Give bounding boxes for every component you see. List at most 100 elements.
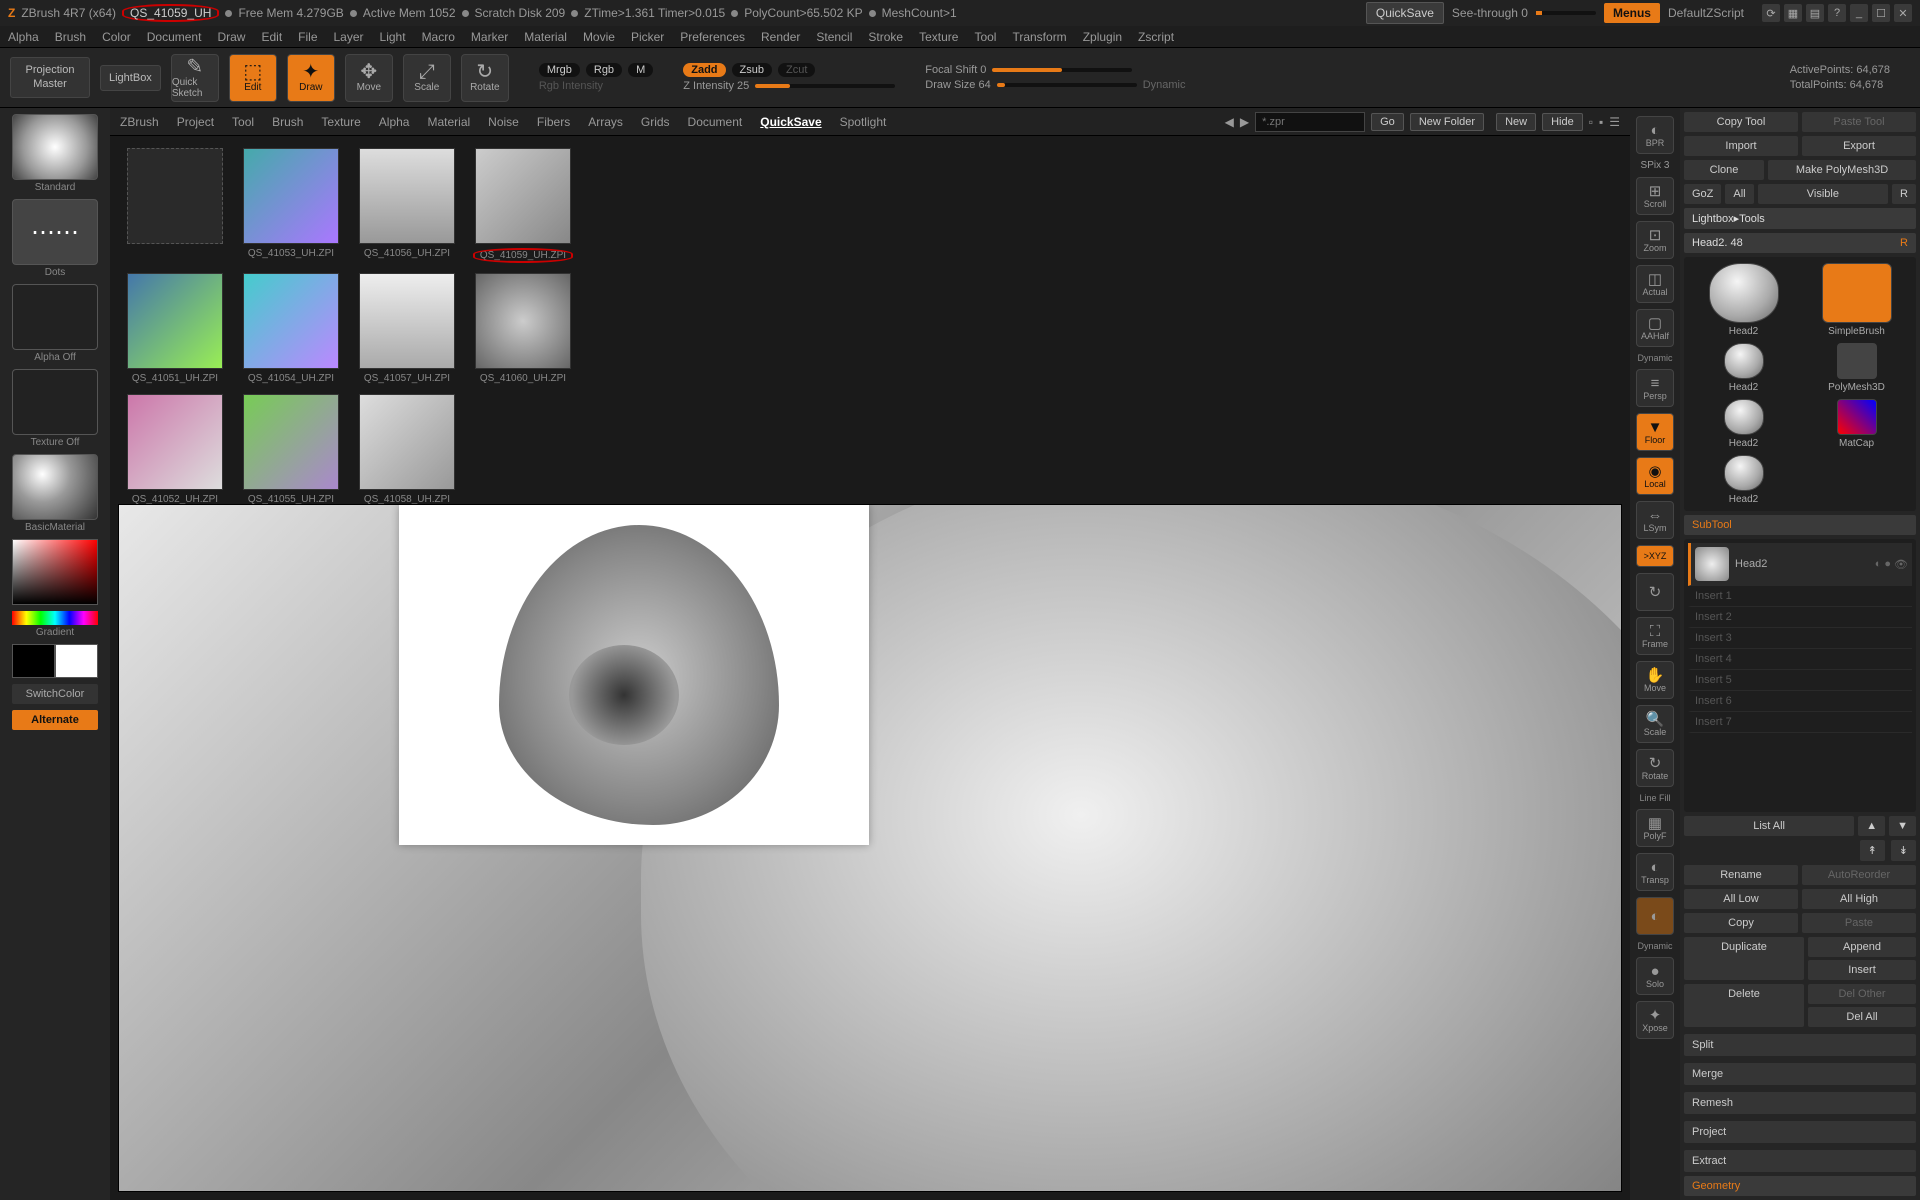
transp-button[interactable]: ◐Transp <box>1636 853 1674 891</box>
hue-bar[interactable] <box>12 611 98 625</box>
tool-item[interactable]: PolyMesh3D <box>1803 343 1910 393</box>
close-icon[interactable]: ✕ <box>1894 4 1912 22</box>
scroll-button[interactable]: ⊞Scroll <box>1636 177 1674 215</box>
maximize-icon[interactable]: ☐ <box>1872 4 1890 22</box>
menu-draw[interactable]: Draw <box>217 30 245 44</box>
tool-item[interactable]: SimpleBrush <box>1803 263 1910 337</box>
thumb-item[interactable]: QS_41051_UH.ZPI <box>122 273 228 384</box>
thumb-item[interactable]: QS_41056_UH.ZPI <box>354 148 460 263</box>
tab-texture[interactable]: Texture <box>321 115 360 129</box>
primary-color[interactable] <box>55 644 98 678</box>
merge-section[interactable]: Merge <box>1684 1063 1916 1085</box>
extract-section[interactable]: Extract <box>1684 1150 1916 1172</box>
rgb-toggle[interactable]: Rgb <box>586 63 622 77</box>
visible-icon[interactable]: 👁 <box>1894 558 1908 571</box>
menu-document[interactable]: Document <box>147 30 202 44</box>
delete-button[interactable]: Delete <box>1684 984 1804 1027</box>
insert-button[interactable]: Insert <box>1808 960 1916 980</box>
tool-item[interactable]: Head2 <box>1690 263 1797 337</box>
subtool-slot[interactable]: Insert 3 <box>1688 628 1912 649</box>
menu-alpha[interactable]: Alpha <box>8 30 39 44</box>
gradient-label[interactable]: Gradient <box>36 627 74 638</box>
edit-button[interactable]: ⬚Edit <box>229 54 277 102</box>
allhigh-button[interactable]: All High <box>1802 889 1916 909</box>
menus-button[interactable]: Menus <box>1604 3 1660 23</box>
subtool-item[interactable]: Head2◐●👁 <box>1688 543 1912 586</box>
append-button[interactable]: Append <box>1808 937 1916 957</box>
delother-button[interactable]: Del Other <box>1808 984 1916 1004</box>
menu-picker[interactable]: Picker <box>631 30 664 44</box>
alllow-button[interactable]: All Low <box>1684 889 1798 909</box>
subtool-slot[interactable]: Insert 6 <box>1688 691 1912 712</box>
import-button[interactable]: Import <box>1684 136 1798 156</box>
minimize-icon[interactable]: _ <box>1850 4 1868 22</box>
lightbox-tools-header[interactable]: Lightbox▸Tools <box>1684 208 1916 229</box>
view-list-icon[interactable]: ☰ <box>1609 115 1620 129</box>
thumb-item[interactable]: QS_41057_UH.ZPI <box>354 273 460 384</box>
local-button[interactable]: ◉Local <box>1636 457 1674 495</box>
floor-button[interactable]: ▼Floor <box>1636 413 1674 451</box>
thumb-item[interactable]: QS_41058_UH.ZPI <box>354 394 460 505</box>
menu-zscript[interactable]: Zscript <box>1138 30 1174 44</box>
goz-visible-button[interactable]: Visible <box>1758 184 1888 204</box>
menu-stencil[interactable]: Stencil <box>816 30 852 44</box>
paste-button[interactable]: Paste <box>1802 913 1916 933</box>
frame-button[interactable]: ⛶Frame <box>1636 617 1674 655</box>
tool-item[interactable]: Head2 <box>1690 343 1797 393</box>
tab-zbrush[interactable]: ZBrush <box>120 115 159 129</box>
menu-preferences[interactable]: Preferences <box>680 30 745 44</box>
see-through[interactable]: See-through 0 <box>1452 6 1528 20</box>
copy-tool-button[interactable]: Copy Tool <box>1684 112 1798 132</box>
thumb-item[interactable]: QS_41055_UH.ZPI <box>238 394 344 505</box>
goz-all-button[interactable]: All <box>1725 184 1753 204</box>
move-view-button[interactable]: ✋Move <box>1636 661 1674 699</box>
thumb-item[interactable]: QS_41052_UH.ZPI <box>122 394 228 505</box>
go-button[interactable]: Go <box>1371 113 1404 131</box>
alpha-swatch[interactable] <box>12 284 98 350</box>
menu-brush[interactable]: Brush <box>55 30 86 44</box>
export-button[interactable]: Export <box>1802 136 1916 156</box>
dynamic-label[interactable]: Dynamic <box>1143 79 1186 91</box>
new-button[interactable]: New <box>1496 113 1536 131</box>
grid-icon[interactable]: ▦ <box>1784 4 1802 22</box>
subtool-slot[interactable]: Insert 4 <box>1688 649 1912 670</box>
color-picker[interactable] <box>12 539 98 605</box>
draw-button[interactable]: ✦Draw <box>287 54 335 102</box>
spix-label[interactable]: SPix 3 <box>1641 160 1670 171</box>
zscript-label[interactable]: DefaultZScript <box>1668 6 1744 20</box>
rotate-button[interactable]: ↻Rotate <box>461 54 509 102</box>
menu-render[interactable]: Render <box>761 30 800 44</box>
quicksketch-button[interactable]: ✎Quick Sketch <box>171 54 219 102</box>
stroke-swatch[interactable] <box>12 199 98 265</box>
move-down-icon[interactable]: ▼ <box>1889 816 1916 836</box>
menu-layer[interactable]: Layer <box>334 30 364 44</box>
list-all-button[interactable]: List All <box>1684 816 1854 836</box>
lsym-button[interactable]: ⇔LSym <box>1636 501 1674 539</box>
tab-project[interactable]: Project <box>177 115 214 129</box>
subtool-slot[interactable]: Insert 5 <box>1688 670 1912 691</box>
view-med-icon[interactable]: ▪ <box>1599 115 1603 129</box>
make-polymesh-button[interactable]: Make PolyMesh3D <box>1768 160 1916 180</box>
thumb-item-current[interactable]: QS_41059_UH.ZPI <box>470 148 576 263</box>
arrow-up-icon[interactable]: ↟ <box>1860 840 1885 861</box>
scale-button[interactable]: ⤢Scale <box>403 54 451 102</box>
tool-item[interactable]: Head2 <box>1690 455 1797 505</box>
clone-button[interactable]: Clone <box>1684 160 1764 180</box>
tab-material[interactable]: Material <box>427 115 470 129</box>
menu-zplugin[interactable]: Zplugin <box>1083 30 1122 44</box>
menu-edit[interactable]: Edit <box>261 30 282 44</box>
menu-movie[interactable]: Movie <box>583 30 615 44</box>
switch-color-button[interactable]: SwitchColor <box>12 684 98 704</box>
actual-button[interactable]: ◫Actual <box>1636 265 1674 303</box>
zcut-toggle[interactable]: Zcut <box>778 63 815 77</box>
m-toggle[interactable]: M <box>628 63 653 77</box>
menu-stroke[interactable]: Stroke <box>868 30 903 44</box>
tab-arrays[interactable]: Arrays <box>588 115 623 129</box>
tab-brush[interactable]: Brush <box>272 115 303 129</box>
goz-button[interactable]: GoZ <box>1684 184 1721 204</box>
xpose-button[interactable]: ✦Xpose <box>1636 1001 1674 1039</box>
autoreorder-button[interactable]: AutoReorder <box>1802 865 1916 885</box>
rename-button[interactable]: Rename <box>1684 865 1798 885</box>
solo-button[interactable]: ●Solo <box>1636 957 1674 995</box>
move-button[interactable]: ✥Move <box>345 54 393 102</box>
